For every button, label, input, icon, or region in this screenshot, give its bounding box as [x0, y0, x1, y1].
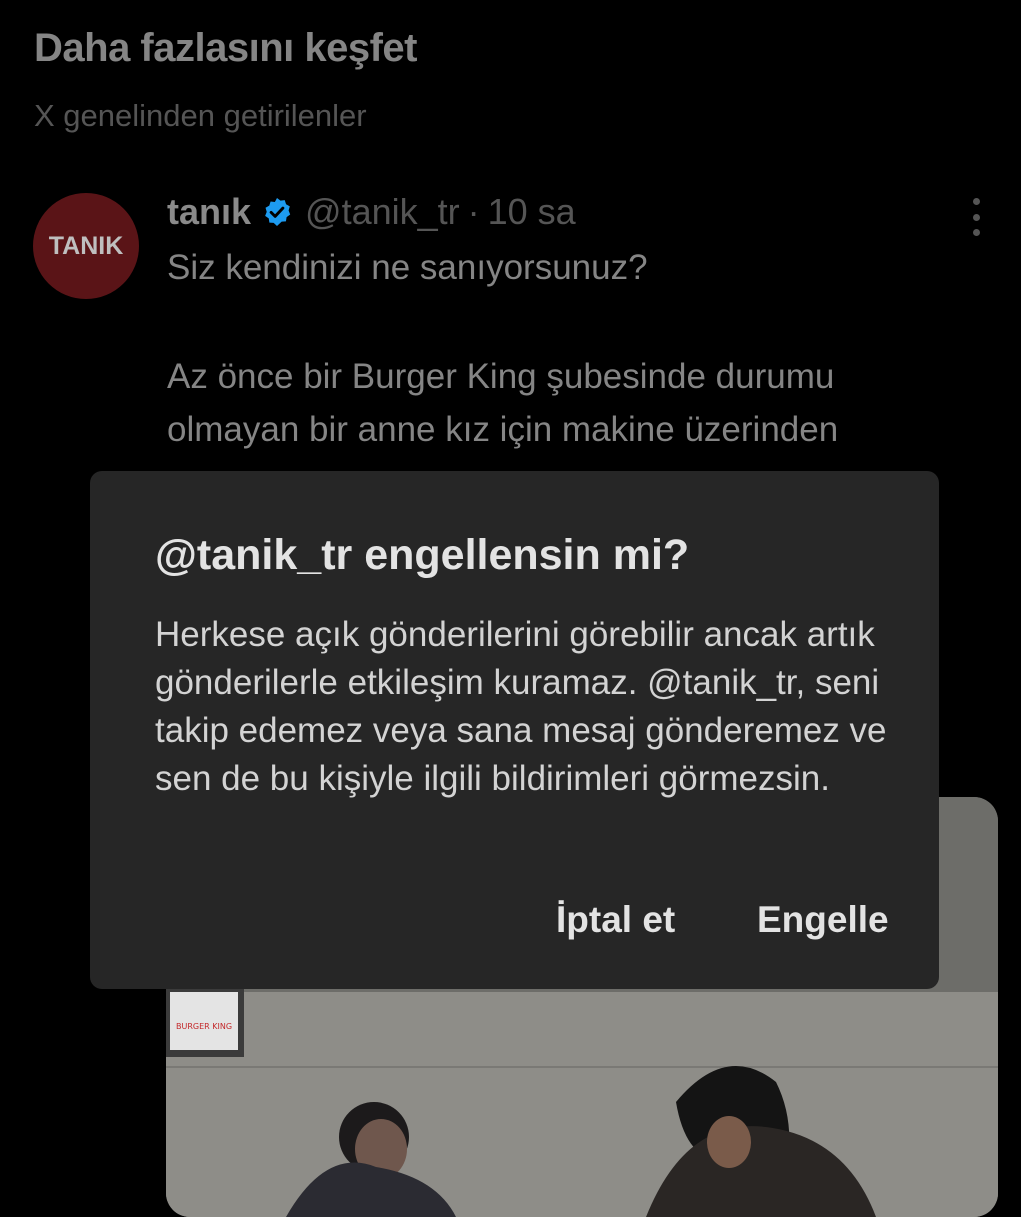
tweet-time[interactable]: 10 sa: [488, 191, 576, 233]
section-title: Daha fazlasını keşfet: [34, 26, 418, 70]
dialog-title: @tanik_tr engellensin mi?: [155, 531, 690, 579]
block-button[interactable]: Engelle: [757, 899, 889, 941]
author-name[interactable]: tanık: [167, 191, 251, 233]
tweet-text-line: olmayan bir anne kız için makine üzerind…: [167, 410, 839, 449]
dialog-body: Herkese açık gönderilerini görebilir anc…: [155, 615, 887, 798]
tweet-text-line: Siz kendinizi ne sanıyorsunuz?: [167, 248, 648, 287]
tweet-text-line: Az önce bir Burger King şubesinde durumu: [167, 357, 835, 396]
verified-badge-icon: [265, 198, 291, 226]
media-sign: BURGER KING: [176, 1022, 232, 1031]
separator-dot: ·: [467, 191, 480, 232]
author-handle[interactable]: @tanik_tr: [305, 191, 460, 233]
block-confirmation-dialog: @tanik_tr engellensin mi? Herkese açık g…: [90, 471, 939, 989]
more-options-icon[interactable]: [966, 198, 986, 236]
cancel-button[interactable]: İptal et: [556, 899, 675, 941]
explore-feed: Daha fazlasını keşfet X genelinden getir…: [0, 0, 1021, 1217]
section-subtitle: X genelinden getirilenler: [34, 98, 367, 133]
avatar[interactable]: TANIK: [33, 193, 139, 299]
avatar-text: TANIK: [48, 231, 124, 260]
tweet-header: tanık @tanik_tr · 10 sa: [167, 190, 576, 234]
